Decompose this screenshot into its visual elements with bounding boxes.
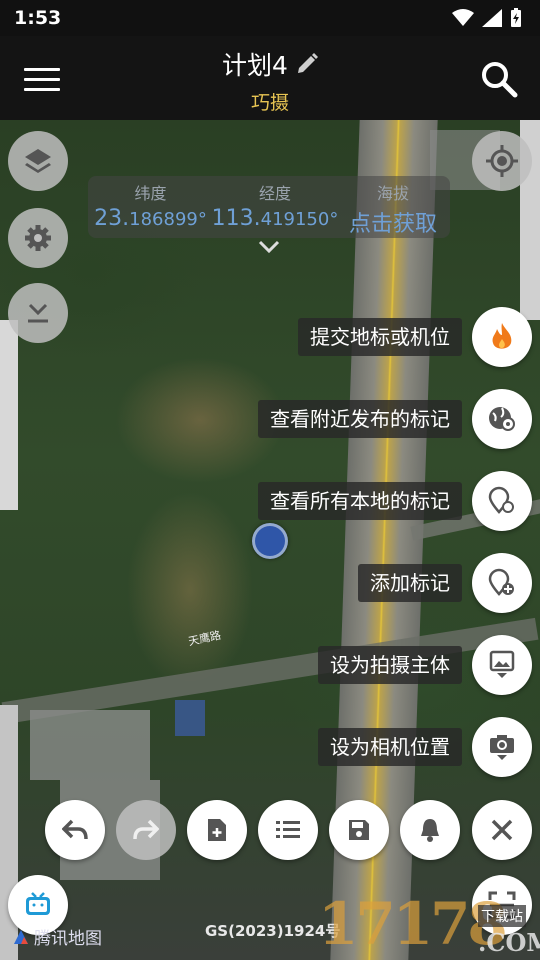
road-label: 天鹰路 (187, 628, 223, 649)
fab-label-camera[interactable]: 设为相机位置 (318, 728, 462, 766)
latitude: 纬度 23.186899° (88, 180, 213, 231)
longitude: 经度 113.419150° (210, 180, 340, 231)
close-menu-button[interactable] (472, 800, 532, 860)
add-pin-icon (488, 568, 514, 596)
file-add-icon (208, 819, 226, 841)
list-icon (276, 821, 300, 838)
gear-icon (25, 225, 51, 251)
building (30, 710, 150, 780)
coordinate-panel[interactable]: 纬度 23.186899° 经度 113.419150° 海拔 点击获取 (88, 176, 450, 238)
set-subject-button[interactable] (472, 635, 532, 695)
redo-button[interactable] (116, 800, 176, 860)
altitude[interactable]: 海拔 点击获取 (338, 180, 448, 238)
latitude-decimals: 186899° (129, 209, 207, 230)
camera-pin-icon (490, 735, 514, 760)
chevron-down-icon[interactable] (258, 240, 280, 254)
save-icon (349, 820, 369, 840)
list-button[interactable] (258, 800, 318, 860)
location-marker[interactable] (252, 523, 288, 559)
bell-icon (421, 819, 439, 842)
title-area: 计划4 巧摄 (0, 46, 540, 115)
local-markers-button[interactable] (472, 471, 532, 531)
watermark-tag: 下载站 (478, 905, 526, 927)
map-view[interactable]: 天鹰路 纬度 23.186899° 经度 113.419150° 海拔 点击获取… (0, 120, 540, 960)
layers-button[interactable] (8, 131, 68, 191)
fab-label-add[interactable]: 添加标记 (358, 564, 462, 602)
app-subtitle: 巧摄 (250, 92, 289, 114)
crosshair-icon (486, 145, 518, 177)
globe-pin-icon (489, 407, 515, 431)
alert-button[interactable] (400, 800, 460, 860)
provider-name: 腾讯地图 (34, 929, 102, 949)
tencent-map-logo (14, 929, 28, 944)
altitude-fetch-link[interactable]: 点击获取 (338, 206, 448, 238)
fab-label-local[interactable]: 查看所有本地的标记 (258, 482, 462, 520)
collapse-button[interactable] (8, 283, 68, 343)
longitude-value: 113. (211, 206, 261, 231)
settings-button[interactable] (8, 208, 68, 268)
longitude-label: 经度 (258, 184, 291, 203)
watermark-domain: .COM (478, 928, 540, 957)
new-file-button[interactable] (187, 800, 247, 860)
status-bar: 1:53 (0, 0, 540, 36)
map-edge (0, 320, 18, 510)
altitude-label: 海拔 (376, 184, 409, 203)
pins-icon (488, 486, 514, 514)
status-time: 1:53 (14, 7, 62, 29)
save-button[interactable] (329, 800, 389, 860)
undo-button[interactable] (45, 800, 105, 860)
map-provider: 腾讯地图 (12, 924, 102, 949)
latitude-label: 纬度 (134, 184, 167, 203)
latitude-value: 23. (94, 206, 130, 231)
status-icons (452, 8, 522, 28)
redo-icon (133, 819, 159, 840)
signal-icon (482, 9, 502, 27)
wifi-icon (452, 9, 474, 26)
set-camera-button[interactable] (472, 717, 532, 777)
building (175, 700, 205, 736)
plan-title[interactable]: 计划4 (222, 46, 288, 82)
undo-icon (62, 819, 88, 840)
subject-icon (489, 650, 515, 678)
add-marker-button[interactable] (472, 553, 532, 613)
fab-label-nearby[interactable]: 查看附近发布的标记 (258, 400, 462, 438)
fab-label-subject[interactable]: 设为拍摄主体 (318, 646, 462, 684)
download-collapse-icon (28, 303, 48, 323)
longitude-decimals: 419150° (260, 209, 339, 230)
search-icon[interactable] (480, 60, 518, 98)
tv-icon (26, 892, 50, 915)
fab-label-submit[interactable]: 提交地标或机位 (298, 318, 462, 356)
fire-icon (492, 323, 512, 349)
battery-icon (511, 8, 521, 27)
app-bar: 计划4 巧摄 (0, 36, 540, 120)
locate-button[interactable] (472, 131, 532, 191)
nearby-markers-button[interactable] (472, 389, 532, 449)
watermark-number: 17178 (318, 890, 508, 958)
edit-pencil-icon[interactable] (296, 53, 318, 75)
layers-icon (25, 149, 51, 173)
close-icon (491, 819, 513, 841)
submit-landmark-button[interactable] (472, 307, 532, 367)
